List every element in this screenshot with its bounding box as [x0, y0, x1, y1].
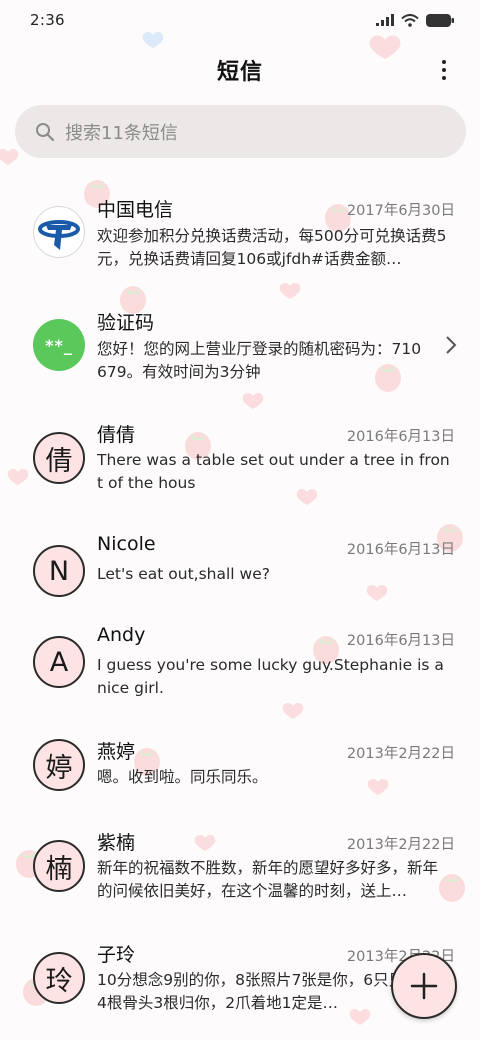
contact-name: 燕婷 — [97, 741, 136, 763]
contact-name: 倩倩 — [97, 424, 136, 446]
conversation-row[interactable]: 楠 紫楠 2013年2月22日 新年的祝福数不胜数，新年的愿望好多好多，新年的问… — [0, 814, 480, 914]
avatar: **_ — [33, 319, 85, 371]
contact-name: 紫楠 — [97, 832, 136, 854]
avatar: N — [33, 545, 85, 597]
avatar: 楠 — [33, 840, 85, 892]
message-date: 2013年2月22日 — [346, 746, 455, 762]
message-date: 2017年6月30日 — [346, 203, 455, 219]
status-icons — [376, 13, 454, 27]
conversation-row[interactable]: 倩 倩倩 2016年6月13日 There was a table set ou… — [0, 406, 480, 506]
app-header: 短信 — [0, 40, 480, 100]
contact-name: 验证码 — [97, 312, 155, 334]
avatar: 倩 — [33, 432, 85, 484]
compose-button[interactable] — [391, 953, 457, 1019]
battery-icon — [426, 13, 454, 27]
message-preview: I guess you're some lucky guy.Stephanie … — [97, 656, 444, 697]
avatar — [33, 206, 85, 258]
message-preview: Let's eat out,shall we? — [97, 565, 270, 583]
conversation-row[interactable]: 婷 燕婷 2013年2月22日 嗯。收到啦。同乐同乐。 — [0, 723, 480, 823]
conversation-row[interactable]: N Nicole 2016年6月13日 Let's eat out,shall … — [0, 519, 480, 619]
avatar: 玲 — [33, 952, 85, 1004]
avatar: 婷 — [33, 739, 85, 791]
china-telecom-logo-icon — [38, 220, 80, 250]
search-icon — [36, 122, 55, 141]
contact-name: Andy — [97, 624, 146, 646]
message-preview: 新年的祝福数不胜数，新年的愿望好多好多，新年的问候依旧美好，在这个温馨的时刻，送… — [97, 859, 439, 900]
wifi-icon — [401, 13, 419, 27]
conversation-row[interactable]: A Andy 2016年6月13日 I guess you're some lu… — [0, 610, 480, 710]
signal-icon — [376, 14, 394, 26]
search-bar[interactable]: 搜索11条短信 — [15, 105, 466, 158]
status-time: 2:36 — [30, 11, 65, 29]
message-date: 2016年6月13日 — [346, 542, 455, 558]
plus-icon — [410, 972, 438, 1000]
search-placeholder: 搜索11条短信 — [65, 122, 178, 144]
more-options-icon[interactable] — [434, 56, 454, 84]
status-bar: 2:36 — [0, 0, 480, 40]
contact-name: 中国电信 — [97, 199, 174, 221]
avatar: A — [33, 636, 85, 688]
chevron-right-icon[interactable] — [444, 335, 458, 355]
message-date: 2016年6月13日 — [346, 633, 455, 649]
message-preview: 您好！您的网上营业厅登录的随机密码为：710679。有效时间为3分钟 — [97, 340, 422, 381]
message-preview: 欢迎参加积分兑换话费活动，每500分可兑换话费5元，兑换话费请回复106或jfd… — [97, 227, 447, 268]
contact-name: Nicole — [97, 533, 156, 555]
message-date: 2013年2月22日 — [346, 837, 455, 853]
contact-name: 子玲 — [97, 944, 136, 966]
message-date: 2016年6月13日 — [346, 429, 455, 445]
message-preview: 嗯。收到啦。同乐同乐。 — [97, 768, 268, 786]
page-title: 短信 — [216, 60, 263, 85]
message-preview: There was a table set out under a tree i… — [97, 451, 450, 492]
conversation-row[interactable]: **_ 验证码 您好！您的网上营业厅登录的随机密码为：710679。有效时间为3… — [0, 293, 480, 393]
conversation-row[interactable]: 中国电信 2017年6月30日 欢迎参加积分兑换话费活动，每500分可兑换话费5… — [0, 180, 480, 280]
